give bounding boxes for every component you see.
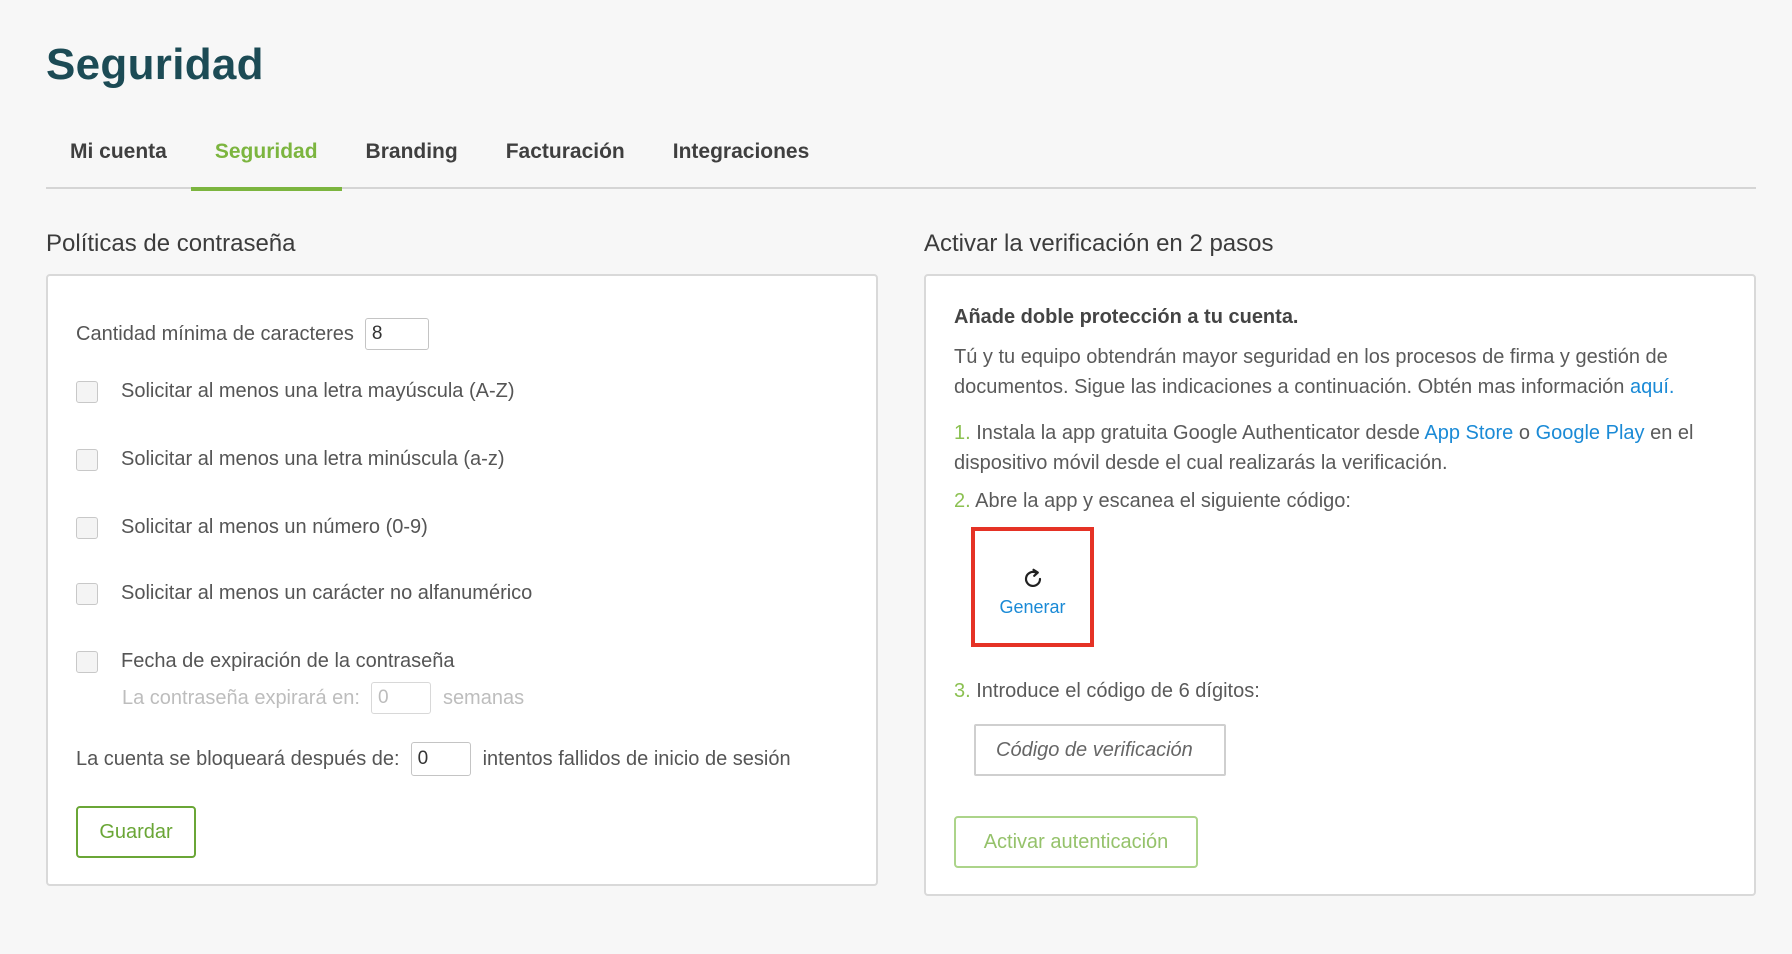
uppercase-label: Solicitar al menos una letra mayúscula (…	[121, 380, 515, 402]
verification-code-input[interactable]	[974, 724, 1226, 776]
min-chars-label: Cantidad mínima de caracteres	[76, 322, 354, 345]
lockout-prefix: La cuenta se bloqueará después de:	[76, 747, 400, 770]
special-char-checkbox[interactable]	[76, 582, 98, 605]
tab-branding[interactable]: Branding	[342, 118, 482, 187]
tab-seguridad[interactable]: Seguridad	[190, 118, 342, 191]
two-factor-heading: Añade doble protección a tu cuenta.	[954, 306, 1299, 328]
tab-bar: Mi cuenta Seguridad Branding Facturación…	[46, 118, 1756, 191]
uppercase-checkbox[interactable]	[76, 380, 98, 403]
password-policies-title: Políticas de contraseña	[46, 230, 296, 257]
expiry-weeks-row: La contraseña expirará en: semanas	[122, 682, 524, 714]
number-checkbox[interactable]	[76, 516, 98, 539]
tab-integraciones[interactable]: Integraciones	[649, 118, 834, 187]
checkbox-row-expiry: Fecha de expiración de la contraseña	[76, 650, 455, 673]
page-title: Seguridad	[46, 40, 264, 89]
password-policies-card: Cantidad mínima de caracteres Solicitar …	[46, 274, 878, 886]
checkbox-row-number: Solicitar al menos un número (0-9)	[76, 516, 428, 539]
lockout-row: La cuenta se bloqueará después de: inten…	[76, 742, 791, 776]
generate-label: Generar	[999, 597, 1066, 617]
more-info-link[interactable]: aquí.	[1630, 376, 1674, 398]
step-1-text-a: Instala la app gratuita Google Authentic…	[976, 422, 1420, 444]
min-chars-input[interactable]	[364, 318, 429, 350]
tab-mi-cuenta[interactable]: Mi cuenta	[46, 118, 191, 187]
step-3: 3. Introduce el código de 6 dígitos:	[954, 676, 1734, 706]
step-2-text: Abre la app y escanea el siguiente códig…	[975, 490, 1351, 512]
checkbox-row-uppercase: Solicitar al menos una letra mayúscula (…	[76, 380, 514, 403]
min-chars-row: Cantidad mínima de caracteres	[76, 318, 429, 350]
step-1-number: 1.	[954, 422, 971, 444]
expiry-weeks-input[interactable]	[370, 682, 431, 714]
checkbox-row-special: Solicitar al menos un carácter no alfanu…	[76, 582, 532, 605]
refresh-icon	[1024, 568, 1042, 588]
step-2: 2. Abre la app y escanea el siguiente có…	[954, 486, 1734, 516]
two-factor-intro: Tú y tu equipo obtendrán mayor seguridad…	[954, 342, 1734, 402]
tab-facturacion[interactable]: Facturación	[482, 118, 649, 187]
expiry-label: Fecha de expiración de la contraseña	[121, 650, 455, 672]
step-3-number: 3.	[954, 680, 971, 702]
step-1: 1. Instala la app gratuita Google Authen…	[954, 418, 1734, 478]
step-1-text-or: o	[1518, 422, 1530, 444]
generate-code-button[interactable]: Generar	[971, 527, 1094, 647]
expiry-suffix: semanas	[442, 686, 525, 709]
lowercase-label: Solicitar al menos una letra minúscula (…	[121, 448, 505, 470]
lockout-attempts-input[interactable]	[410, 742, 471, 776]
step-2-number: 2.	[954, 490, 971, 512]
special-char-label: Solicitar al menos un carácter no alfanu…	[121, 582, 533, 604]
lockout-suffix: intentos fallidos de inicio de sesión	[482, 747, 791, 770]
activate-authentication-button[interactable]: Activar autenticación	[954, 816, 1198, 868]
app-store-link[interactable]: App Store	[1424, 422, 1513, 444]
step-3-text: Introduce el código de 6 dígitos:	[976, 680, 1260, 702]
intro-text: Tú y tu equipo obtendrán mayor seguridad…	[954, 346, 1668, 398]
number-label: Solicitar al menos un número (0-9)	[121, 516, 428, 538]
two-factor-card: Añade doble protección a tu cuenta. Tú y…	[924, 274, 1756, 896]
two-factor-title: Activar la verificación en 2 pasos	[924, 230, 1274, 257]
expiry-checkbox[interactable]	[76, 650, 98, 673]
save-button[interactable]: Guardar	[76, 806, 196, 858]
checkbox-row-lowercase: Solicitar al menos una letra minúscula (…	[76, 448, 505, 471]
expiry-prefix: La contraseña expirará en:	[122, 686, 360, 709]
google-play-link[interactable]: Google Play	[1536, 422, 1645, 444]
lowercase-checkbox[interactable]	[76, 448, 98, 471]
